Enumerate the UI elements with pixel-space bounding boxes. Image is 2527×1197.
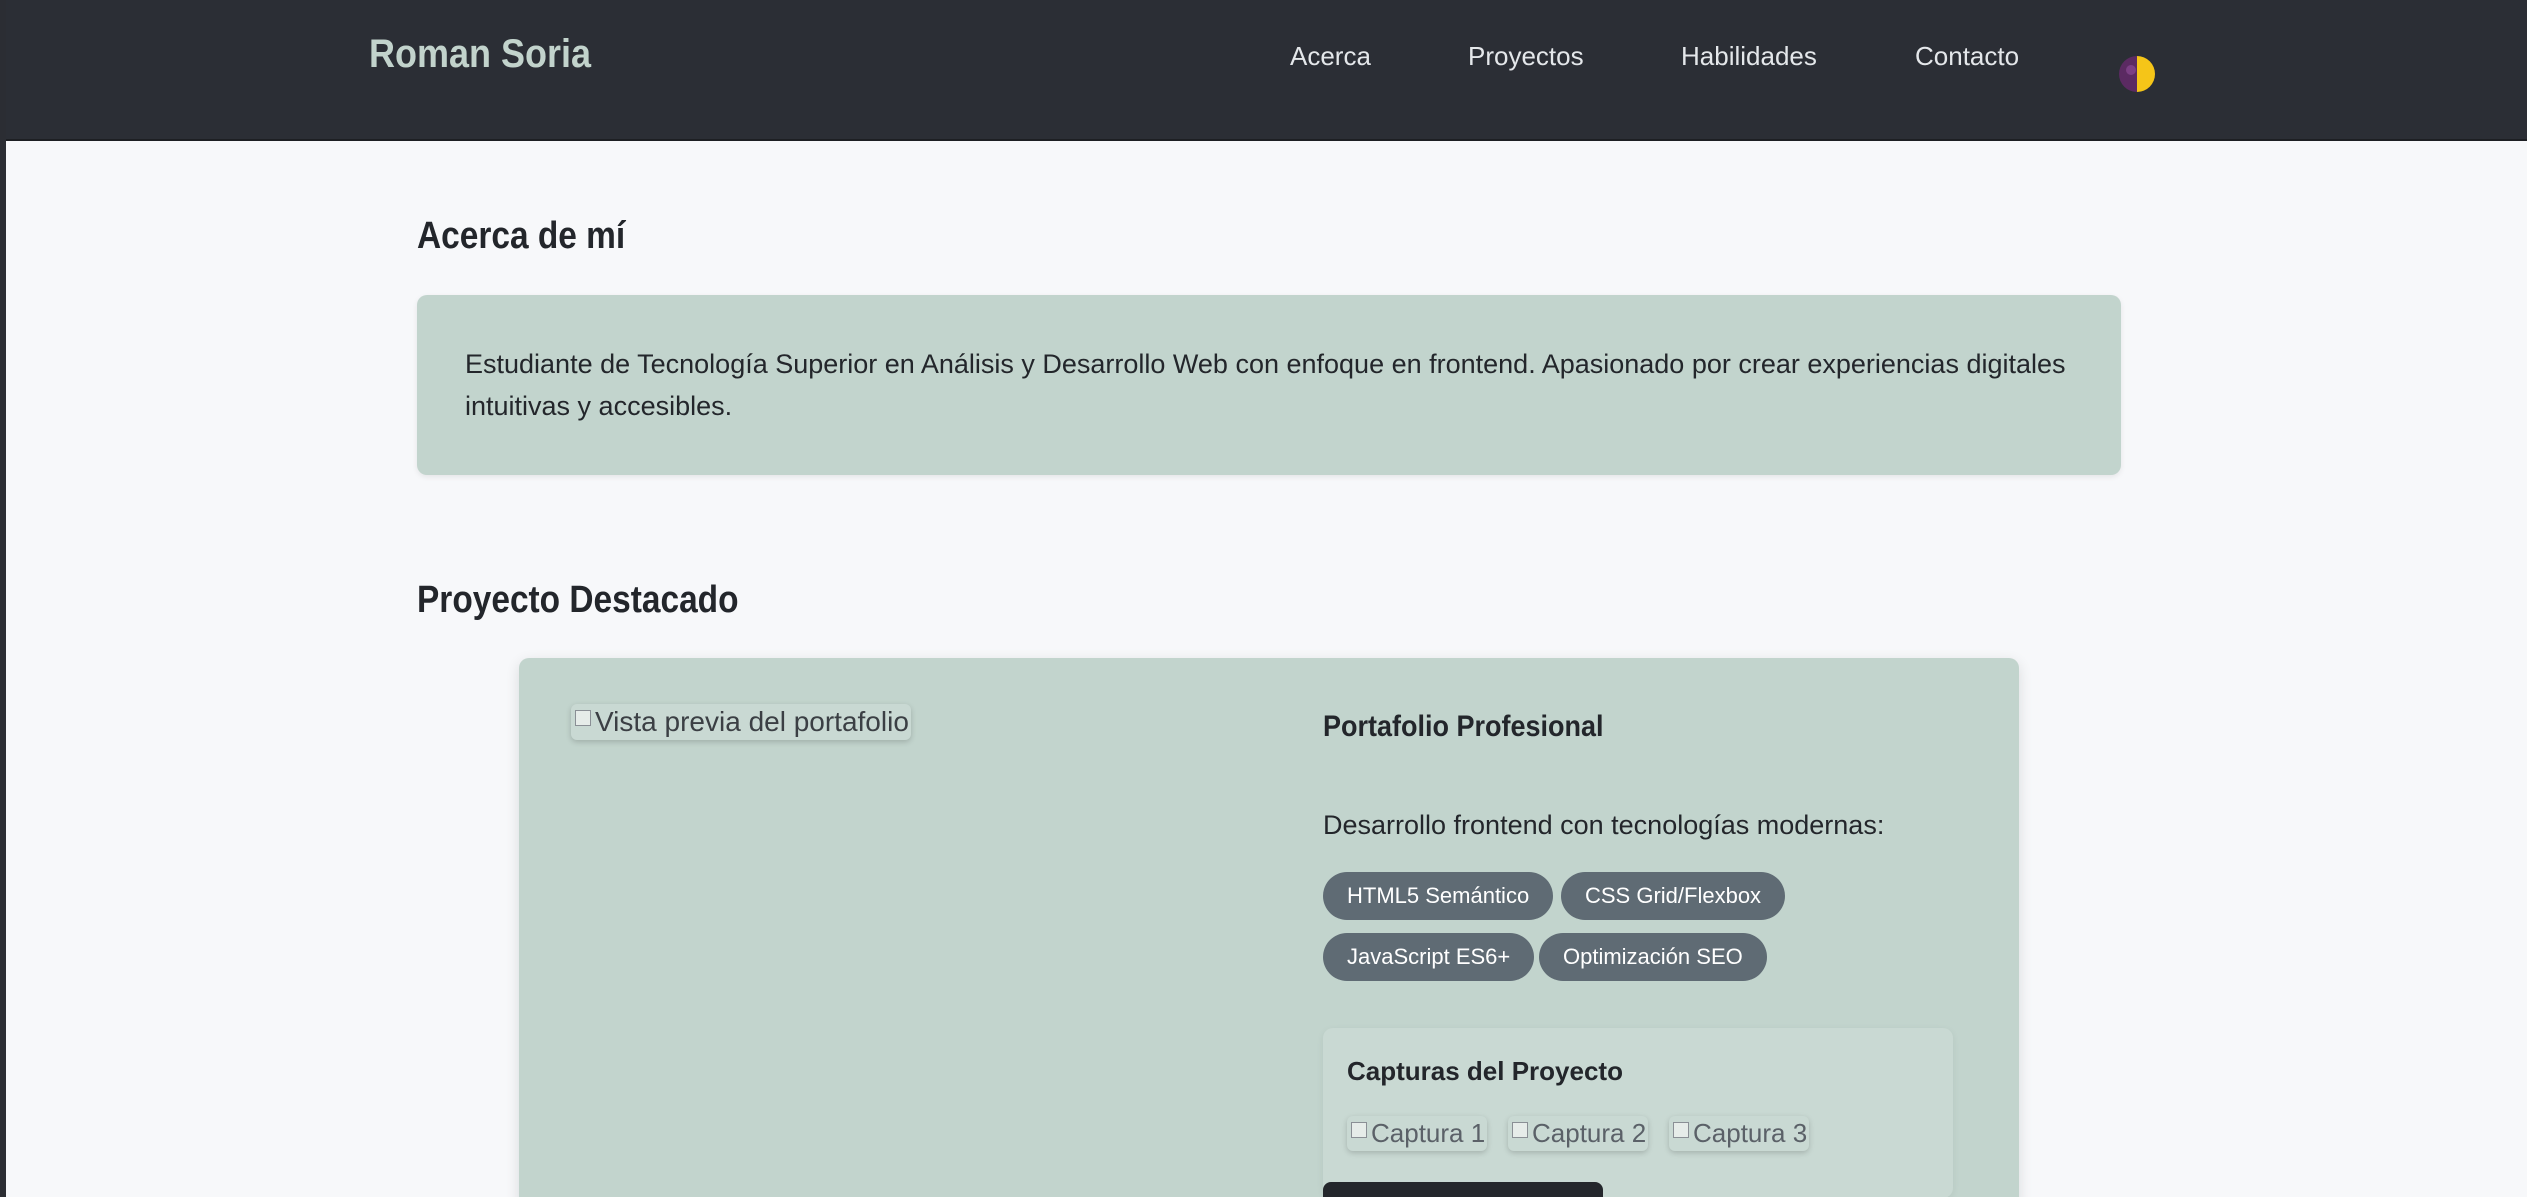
screenshots-title: Capturas del Proyecto xyxy=(1347,1056,1623,1086)
preview-alt-text: Vista previa del portafolio xyxy=(595,706,909,737)
project-section-title: Proyecto Destacado xyxy=(417,579,739,621)
tech-tag: JavaScript ES6+ xyxy=(1323,933,1535,981)
moon-crater-dot xyxy=(2126,65,2136,75)
project-name: Portafolio Profesional xyxy=(1323,710,1604,743)
screenshot-thumbnail[interactable]: Captura 2 xyxy=(1508,1116,1649,1151)
about-card: Estudiante de Tecnología Superior en Aná… xyxy=(417,295,2121,475)
brand-logo[interactable]: Roman Soria xyxy=(369,32,591,77)
nav-link-contacto[interactable]: Contacto xyxy=(1915,41,2019,72)
screenshot-alt-text: Captura 2 xyxy=(1532,1118,1647,1148)
broken-image-icon xyxy=(1673,1122,1689,1138)
screenshot-thumbnail[interactable]: Captura 1 xyxy=(1347,1116,1488,1151)
project-description: Desarrollo frontend con tecnologías mode… xyxy=(1323,810,1885,840)
screenshot-alt-text: Captura 3 xyxy=(1693,1118,1808,1148)
tech-tag: HTML5 Semántico xyxy=(1323,872,1554,920)
theme-toggle-icon[interactable] xyxy=(2119,56,2155,92)
nav-link-acerca[interactable]: Acerca xyxy=(1290,41,1371,72)
nav-link-habilidades[interactable]: Habilidades xyxy=(1681,41,1817,72)
nav-link-proyectos[interactable]: Proyectos xyxy=(1468,41,1584,72)
about-title: Acerca de mí xyxy=(417,215,626,257)
about-text: Estudiante de Tecnología Superior en Aná… xyxy=(465,349,2066,421)
screenshot-thumbnail[interactable]: Captura 3 xyxy=(1669,1116,1810,1151)
broken-image-icon xyxy=(1351,1122,1367,1138)
project-action-button[interactable] xyxy=(1323,1182,1603,1197)
broken-image-icon xyxy=(575,710,591,726)
project-card: Vista previa del portafolio Portafolio P… xyxy=(519,658,2019,1197)
page: Roman Soria Acerca Proyectos Habilidades… xyxy=(6,0,2527,1197)
screenshots-box: Capturas del Proyecto Captura 1 Captura … xyxy=(1323,1028,1953,1197)
navbar: Roman Soria Acerca Proyectos Habilidades… xyxy=(6,0,2527,141)
broken-image-icon xyxy=(1512,1122,1528,1138)
tech-tag: CSS Grid/Flexbox xyxy=(1561,872,1786,920)
tech-tag: Optimización SEO xyxy=(1539,933,1767,981)
screenshot-alt-text: Captura 1 xyxy=(1371,1118,1486,1148)
project-preview-image: Vista previa del portafolio xyxy=(571,704,911,740)
